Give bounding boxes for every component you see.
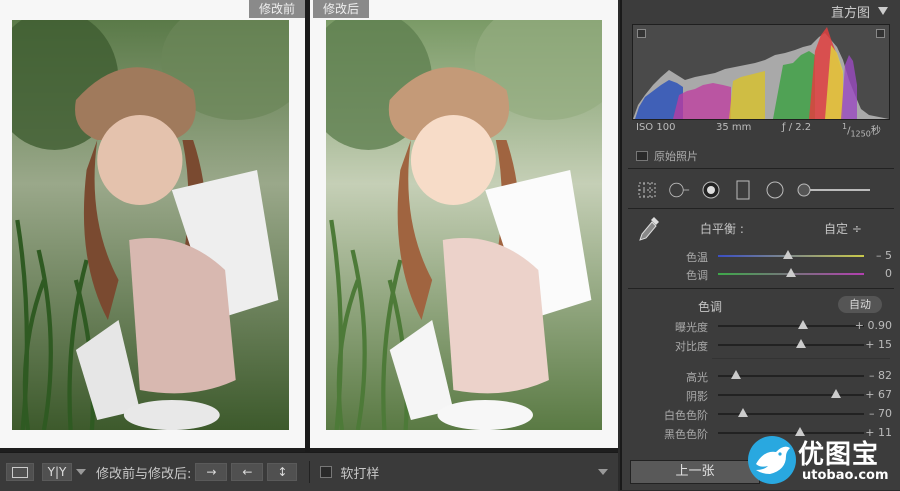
crop-tool-icon[interactable]	[636, 179, 658, 201]
highlight-clipping-toggle[interactable]	[876, 29, 885, 38]
temp-slider-row: 色温 – 5	[632, 248, 894, 264]
white-balance-eyedropper-icon[interactable]	[636, 214, 662, 244]
spot-removal-icon[interactable]	[668, 179, 690, 201]
exif-info: ISO 100 35 mm ƒ / 2.2 1/1250 秒	[636, 122, 888, 138]
panel-separator	[628, 208, 894, 209]
panel-separator	[712, 358, 890, 359]
contrast-label: 对比度	[675, 340, 708, 353]
histogram-graph	[633, 27, 889, 119]
shutter-numerator: 1	[842, 122, 848, 131]
tool-strip	[630, 174, 892, 206]
focal-length-value: 35 mm	[716, 122, 752, 133]
exposure-label: 曝光度	[675, 321, 708, 334]
tint-label: 色调	[686, 269, 708, 282]
tone-label: 色调	[698, 300, 723, 314]
shutter-denominator: 1250	[850, 129, 871, 139]
whites-knob[interactable]	[737, 408, 748, 417]
aperture-value: ƒ / 2.2	[782, 122, 812, 133]
exposure-slider-row: 曝光度 + 0.90	[632, 318, 894, 334]
adjustment-brush-icon[interactable]	[796, 179, 872, 201]
exposure-value[interactable]: + 0.90	[855, 319, 892, 332]
collapse-triangle-icon[interactable]	[878, 7, 888, 15]
graduated-filter-icon[interactable]	[732, 179, 754, 201]
original-photo-checkbox[interactable]	[636, 151, 648, 161]
shadows-knob[interactable]	[831, 389, 842, 398]
develop-panel: 直方图 ISO 100 35 mm ƒ / 2.2 1/1250 秒 原始照片	[620, 0, 900, 490]
whites-value[interactable]: – 70	[869, 407, 892, 420]
original-photo-toggle[interactable]: 原始照片	[636, 148, 698, 164]
auto-tone-button[interactable]: 自动	[838, 296, 882, 313]
shadows-label: 阴影	[686, 390, 708, 403]
before-photo[interactable]	[12, 20, 289, 430]
after-photo[interactable]	[326, 20, 602, 430]
blacks-label: 黑色色阶	[664, 428, 708, 441]
white-balance-row: 白平衡 : 自定 ÷	[632, 214, 892, 241]
original-photo-label: 原始照片	[654, 150, 698, 163]
temp-label: 色温	[686, 251, 708, 264]
histogram	[632, 24, 890, 120]
before-label: 修改前	[248, 0, 305, 18]
tint-slider-row: 色调 0	[632, 266, 894, 282]
temp-knob[interactable]	[783, 250, 794, 259]
contrast-knob[interactable]	[796, 339, 807, 348]
contrast-value[interactable]: + 15	[865, 338, 892, 351]
panel-separator	[628, 168, 894, 169]
contrast-track[interactable]	[718, 344, 864, 346]
before-after-view-button[interactable]: Y|Y	[42, 463, 72, 481]
exposure-knob[interactable]	[797, 320, 808, 329]
shadows-slider-row: 阴影 + 67	[632, 387, 894, 403]
shadows-value[interactable]: + 67	[865, 388, 892, 401]
shadow-clipping-toggle[interactable]	[637, 29, 646, 38]
highlights-value[interactable]: – 82	[869, 369, 892, 382]
whites-label: 白色色阶	[664, 409, 708, 422]
panel-separator	[628, 288, 894, 289]
tint-knob[interactable]	[786, 268, 796, 277]
radial-filter-icon[interactable]	[764, 179, 786, 201]
bottom-toolbar: Y|Y 修改前与修改后: → ← ↕ 软打样	[0, 452, 618, 491]
white-balance-select[interactable]: 自定 ÷	[824, 220, 862, 237]
white-balance-label: 白平衡 :	[700, 222, 744, 236]
soft-proof-checkbox[interactable]	[320, 466, 333, 478]
contrast-slider-row: 对比度 + 15	[632, 337, 894, 353]
shadows-track[interactable]	[718, 394, 864, 396]
before-photo-image	[12, 20, 289, 430]
loupe-view-button[interactable]	[6, 463, 34, 481]
highlights-slider-row: 高光 – 82	[632, 368, 894, 384]
exposure-track[interactable]	[718, 325, 864, 327]
histogram-header[interactable]: 直方图	[622, 0, 900, 22]
compare-label: 修改前与修改后:	[96, 466, 192, 482]
copy-after-to-before-button[interactable]: ←	[231, 463, 264, 481]
iso-value: ISO 100	[636, 122, 676, 133]
toolbar-menu-icon[interactable]	[598, 469, 608, 475]
compare-area: 修改前 修改后	[0, 0, 618, 452]
tone-header: 色调 自动	[632, 296, 894, 314]
after-label: 修改后	[313, 0, 370, 18]
shutter-value: 1/1250 秒	[842, 122, 881, 139]
watermark-bird-icon	[748, 436, 796, 484]
watermark-domain: utobao.com	[802, 468, 889, 483]
toolbar-separator	[309, 461, 311, 483]
watermark: 优图宝 utobao.com	[744, 430, 900, 490]
highlights-label: 高光	[686, 371, 708, 384]
shutter-unit: 秒	[870, 126, 881, 137]
after-pane: 修改后	[310, 0, 618, 448]
watermark-brand: 优图宝	[798, 440, 880, 470]
histogram-title: 直方图	[830, 5, 870, 21]
before-pane: 修改前	[0, 0, 305, 448]
previous-button[interactable]: 上一张	[630, 460, 760, 484]
red-eye-icon[interactable]	[700, 179, 722, 201]
after-photo-image	[326, 20, 602, 430]
temp-value[interactable]: – 5	[876, 249, 892, 262]
view-mode-dropdown-icon[interactable]	[76, 469, 86, 475]
swap-before-after-button[interactable]: ↕	[267, 463, 298, 481]
highlights-knob[interactable]	[730, 370, 741, 379]
soft-proof-label: 软打样	[340, 466, 380, 482]
tint-value[interactable]: 0	[885, 267, 892, 280]
copy-before-to-after-button[interactable]: →	[195, 463, 228, 481]
rectangle-icon	[12, 466, 28, 478]
whites-slider-row: 白色色阶 – 70	[632, 406, 894, 422]
